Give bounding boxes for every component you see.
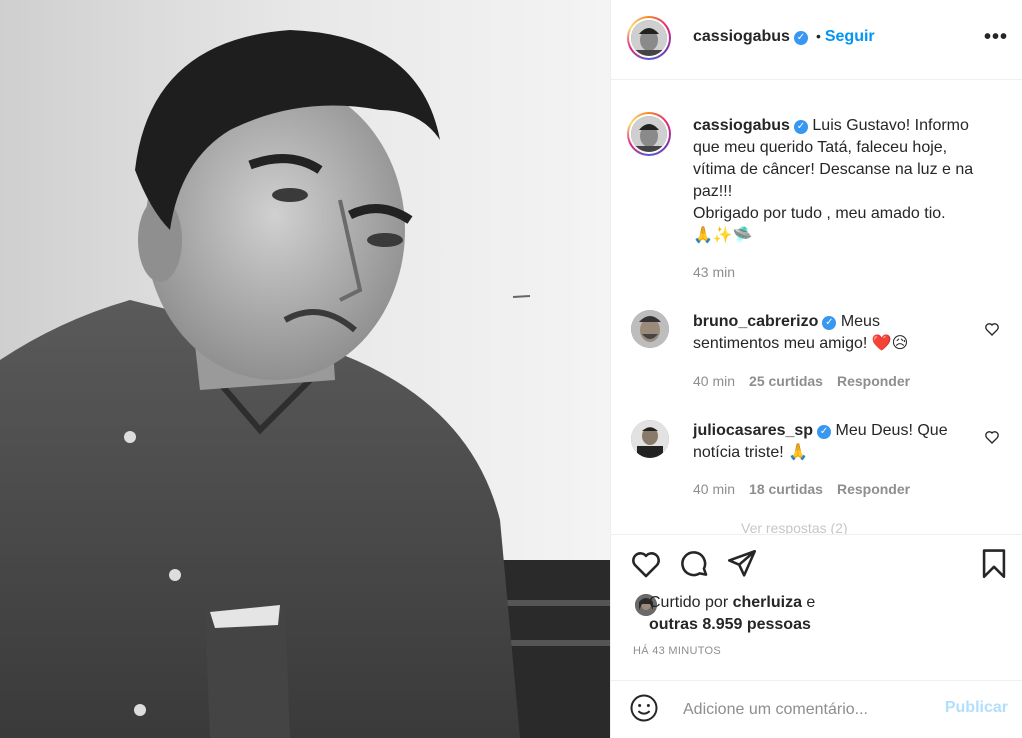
add-comment-bar: Publicar: [611, 680, 1022, 738]
comment-text: Meus: [840, 313, 880, 330]
comment-avatar-bruno[interactable]: [631, 310, 669, 348]
caption-time: 43 min: [693, 264, 736, 280]
comment-time: 40 min: [693, 373, 736, 389]
post-caption: cassiogabus ✓ Luis Gustavo! Informo que m…: [693, 115, 1003, 247]
more-options-icon[interactable]: •••: [984, 26, 1008, 49]
comment-meta: 40 min 18 curtidas Responder: [693, 481, 910, 497]
caption-username[interactable]: cassiogabus: [693, 117, 790, 134]
post-header: cassiogabus ✓ • Seguir •••: [611, 0, 1022, 80]
post-timestamp[interactable]: HÁ 43 MINUTOS: [633, 645, 721, 657]
caption-verified-icon: ✓: [793, 120, 808, 134]
publish-button[interactable]: Publicar: [945, 699, 1008, 717]
save-bookmark-icon[interactable]: [977, 547, 1011, 581]
portrait-image: [0, 0, 610, 738]
separator-dot: •: [815, 28, 821, 44]
post-sidebar: cassiogabus ✓ • Seguir ••• cassiogabus ✓ Lui…: [610, 0, 1022, 738]
reply-button[interactable]: Responder: [837, 373, 910, 389]
comment-username[interactable]: bruno_cabrerizo: [693, 313, 818, 330]
likes-others-count[interactable]: outras 8.959 pessoas: [649, 616, 811, 633]
comment-text-cont: sentimentos meu amigo! ❤️😥: [693, 335, 909, 352]
author-avatar[interactable]: [627, 16, 671, 60]
author-avatar-image: [631, 20, 667, 56]
comment-julio: juliocasares_sp ✓ Meu Deus! Que notícia t…: [693, 420, 993, 464]
caption-line-5: Obrigado por tudo , meu amado tio.: [693, 205, 946, 222]
comment-verified-icon: ✓: [822, 316, 837, 330]
comment-verified-icon: ✓: [817, 425, 832, 439]
follow-button[interactable]: Seguir: [825, 28, 875, 45]
caption-line-4: paz!!!: [693, 183, 733, 200]
like-heart-icon[interactable]: [629, 547, 663, 581]
comment-time: 40 min: [693, 481, 736, 497]
comment-username[interactable]: juliocasares_sp: [693, 422, 813, 439]
share-paper-plane-icon[interactable]: [725, 547, 759, 581]
author-username[interactable]: cassiogabus: [693, 28, 790, 45]
instagram-post: cassiogabus ✓ • Seguir ••• cassiogabus ✓ Lui…: [0, 0, 1022, 738]
comment-bruno: bruno_cabrerizo ✓ Meus sentimentos meu am…: [693, 311, 993, 355]
likes-joiner: e: [806, 594, 816, 611]
comment-text: Meu Deus! Que: [835, 422, 948, 439]
comments-section[interactable]: cassiogabus ✓ Luis Gustavo! Informo que m…: [611, 80, 1022, 535]
caption-line-2: que meu querido Tatá, faleceu hoje,: [693, 139, 948, 156]
comment-bubble-icon[interactable]: [677, 547, 711, 581]
caption-emoji-line: 🙏✨🛸: [693, 227, 753, 244]
reply-button[interactable]: Responder: [837, 481, 910, 497]
comment-text-cont: notícia triste! 🙏: [693, 444, 809, 461]
emoji-smiley-icon[interactable]: [629, 693, 659, 723]
caption-avatar-image: [631, 116, 667, 152]
action-bar: [611, 537, 1022, 587]
view-replies-link[interactable]: Ver respostas (2): [741, 520, 848, 534]
likes-summary: Curtido por cherluiza e outras 8.959 pes…: [635, 592, 935, 636]
comment-avatar-julio[interactable]: [631, 420, 669, 458]
comment-meta: 40 min 25 curtidas Responder: [693, 373, 910, 389]
likes-prefix: Curtido por: [649, 594, 729, 611]
like-comment-heart-icon[interactable]: [984, 429, 1000, 445]
post-photo[interactable]: [0, 0, 610, 738]
add-comment-input[interactable]: [681, 697, 935, 723]
verified-badge-icon: ✓: [793, 31, 808, 45]
caption-line-1: Luis Gustavo! Informo: [812, 117, 969, 134]
comment-likes-count[interactable]: 18 curtidas: [749, 481, 823, 497]
comment-likes-count[interactable]: 25 curtidas: [749, 373, 823, 389]
caption-line-3: vítima de câncer! Descanse na luz e na: [693, 161, 974, 178]
author-line: cassiogabus ✓ • Seguir: [693, 28, 875, 46]
liker-username[interactable]: cherluiza: [733, 594, 802, 611]
caption-author-avatar[interactable]: [627, 112, 671, 156]
like-comment-heart-icon[interactable]: [984, 321, 1000, 337]
